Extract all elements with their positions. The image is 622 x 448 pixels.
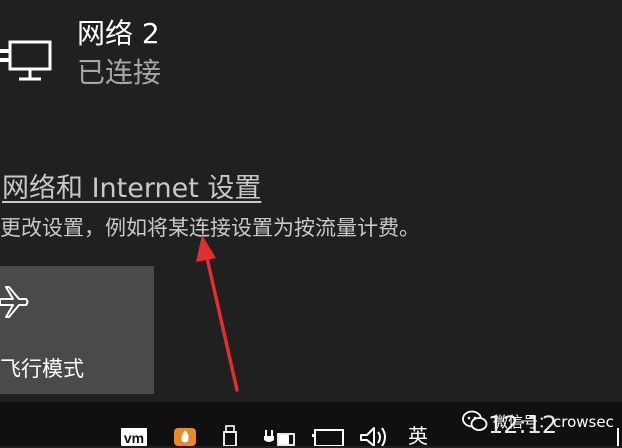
network-flyout: 网络 2 已连接 网络和 Internet 设置 更改设置，例如将某连接设置为按…: [0, 0, 622, 402]
watermark-text: 微信号：crowsec: [493, 412, 614, 431]
settings-description: 更改设置，例如将某连接设置为按流量计费。: [0, 216, 420, 240]
flame-app-icon[interactable]: [172, 422, 198, 446]
power-plug-icon[interactable]: [262, 422, 296, 446]
network-internet-settings-link[interactable]: 网络和 Internet 设置: [2, 170, 261, 208]
taskbar: vm 英 12:12 微信号：crowsec: [0, 402, 622, 448]
watermark: 微信号：crowsec: [462, 408, 614, 434]
airplane-mode-label: 飞行模式: [0, 357, 84, 381]
input-method-indicator[interactable]: 英: [408, 424, 428, 448]
ethernet-computer-icon: [0, 40, 52, 81]
wechat-icon: [462, 410, 488, 431]
network-name[interactable]: 网络 2: [77, 16, 160, 52]
network-icon[interactable]: [312, 422, 346, 446]
vmware-icon[interactable]: vm: [120, 422, 148, 446]
airplane-mode-tile[interactable]: 飞行模式: [0, 266, 154, 394]
airplane-icon: [0, 286, 29, 318]
usb-drive-icon[interactable]: [222, 422, 238, 446]
show-desktop-edge[interactable]: [612, 422, 622, 446]
network-status: 已连接: [77, 56, 162, 89]
volume-icon[interactable]: [358, 422, 392, 446]
svg-text:vm: vm: [124, 430, 144, 446]
